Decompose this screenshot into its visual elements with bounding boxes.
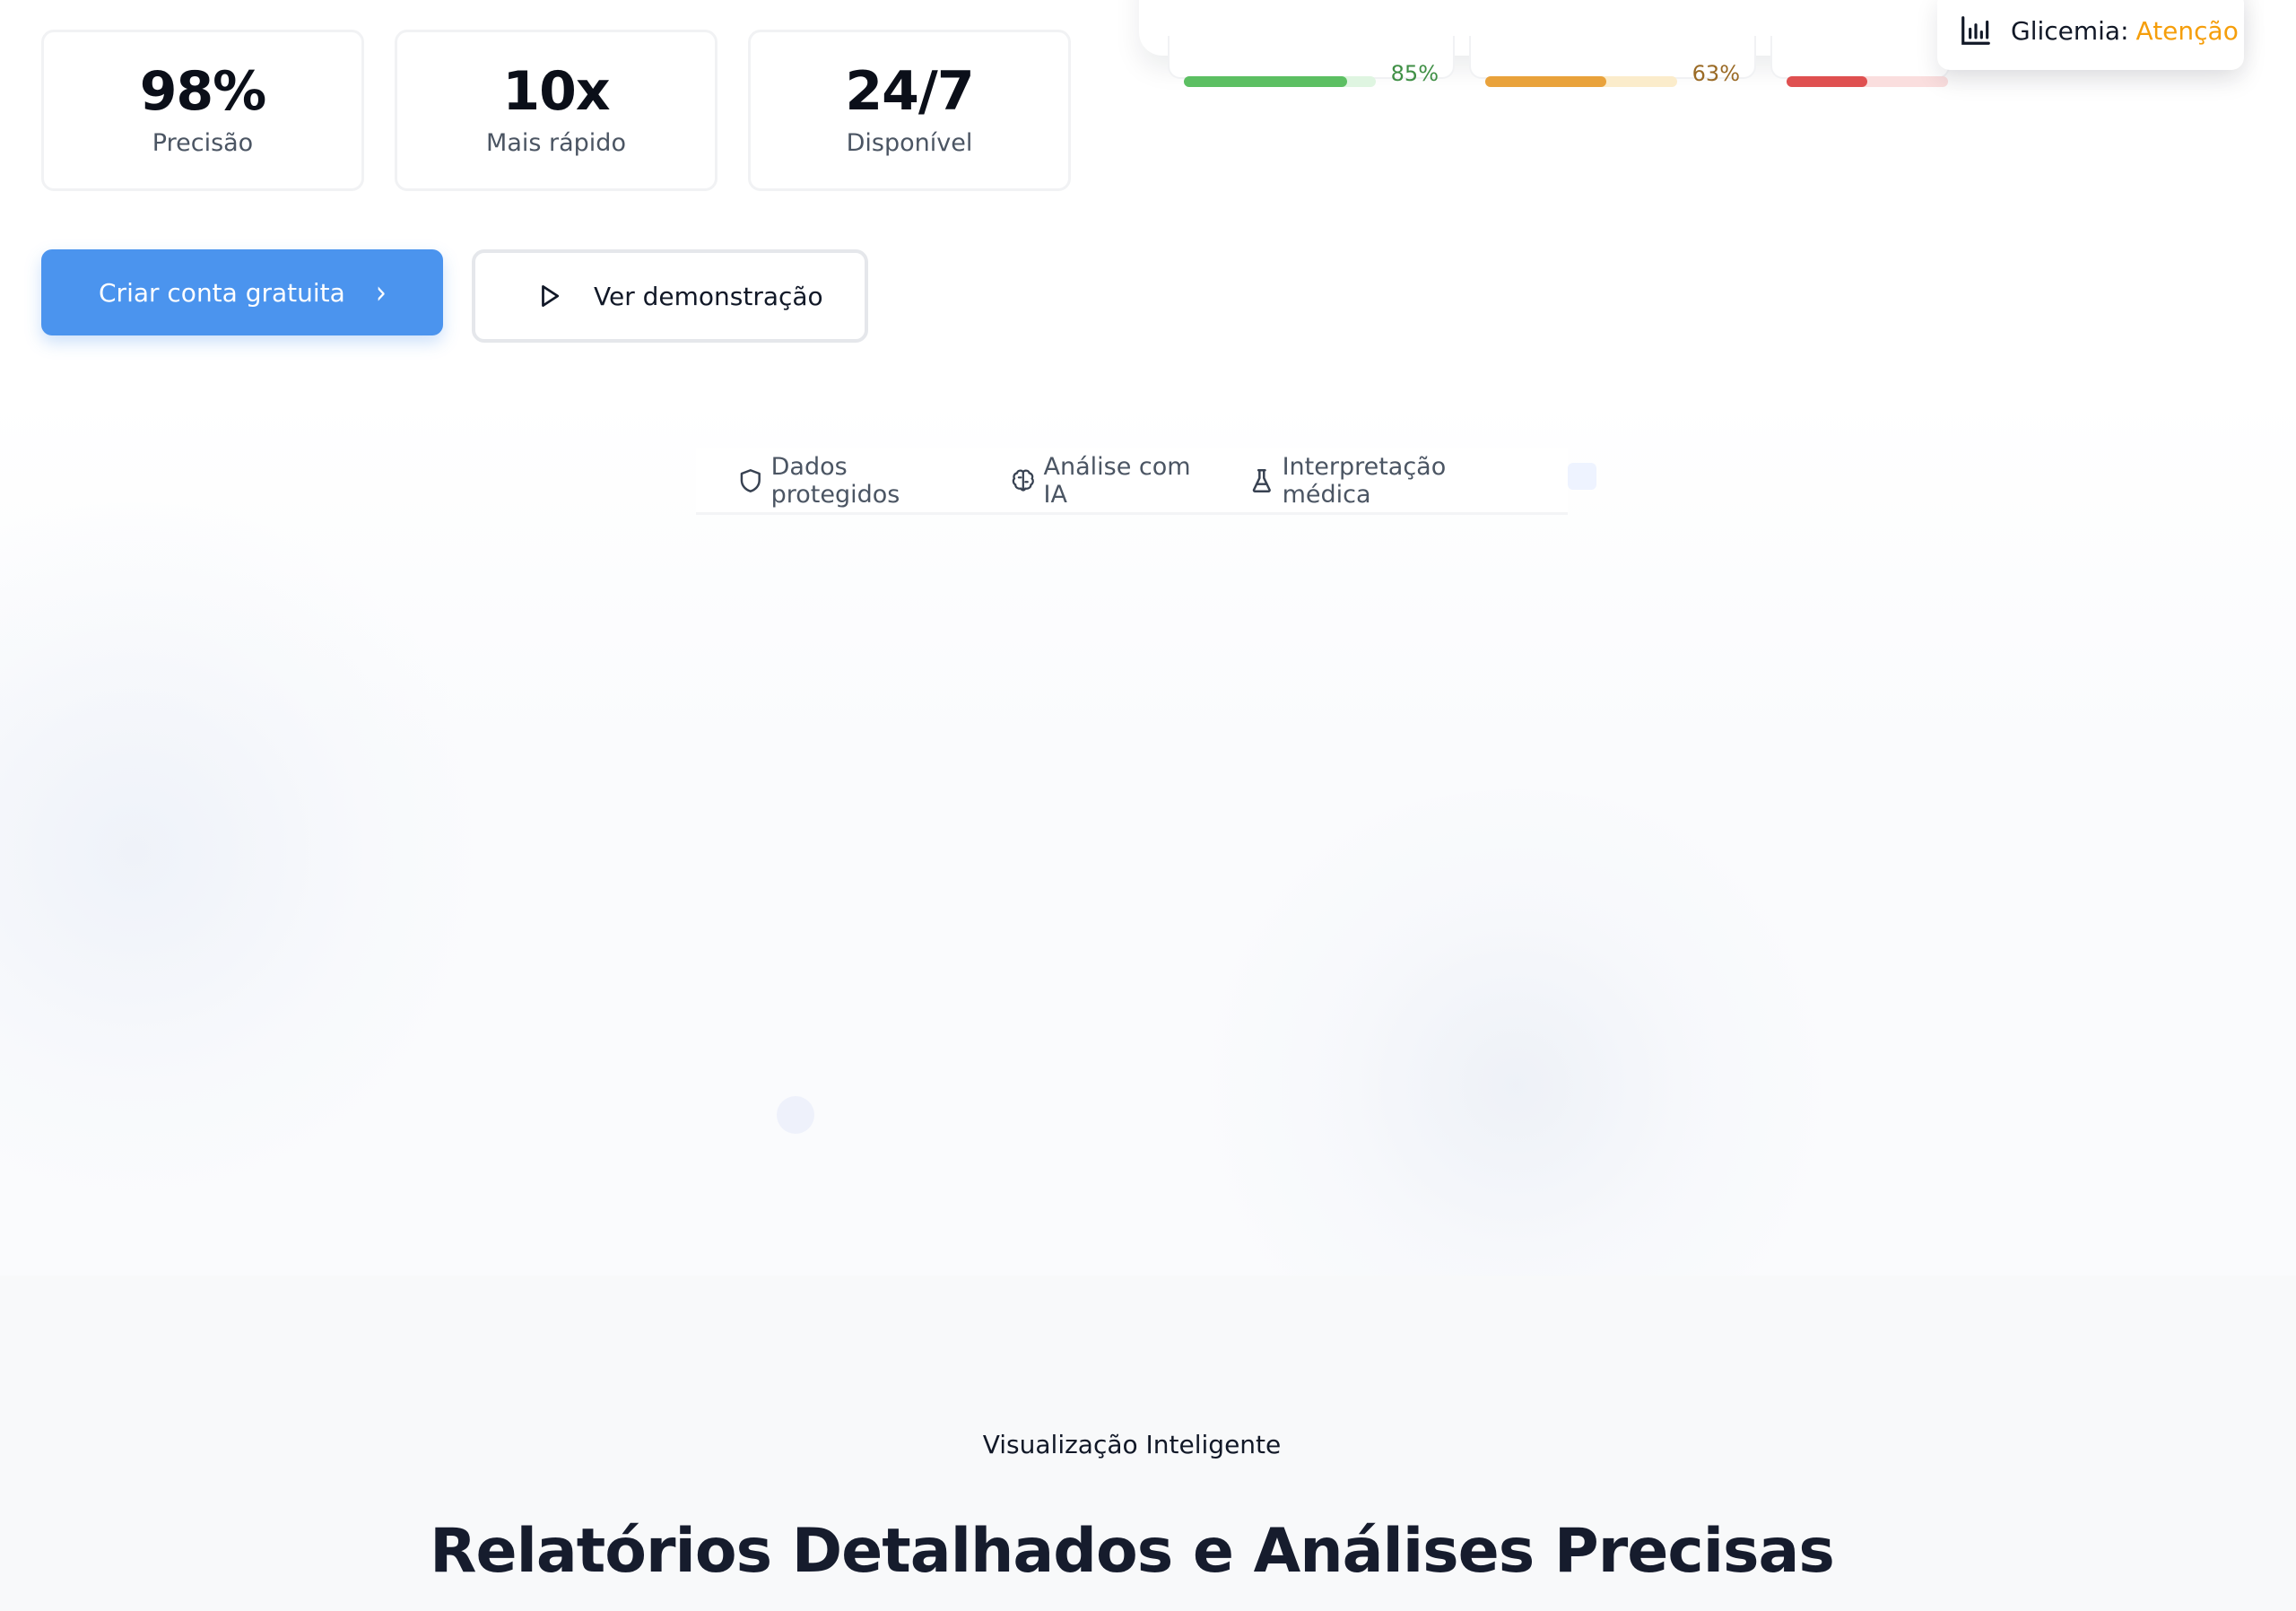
flask-icon [1252, 468, 1271, 492]
stat-label: Mais rápido [486, 129, 626, 157]
reports-section: Visualização Inteligente Relatórios Deta… [0, 1276, 2296, 1611]
glicemia-status-badge: Glicemia: Atenção [1937, 0, 2244, 70]
stat-label: Disponível [846, 129, 973, 157]
shield-icon [740, 468, 761, 492]
stat-value: 10x [502, 60, 610, 123]
meter-fill-2 [1485, 76, 1606, 87]
section-eyebrow: Visualização Inteligente [982, 1430, 1282, 1459]
trust-item-label: Análise com IA [1043, 452, 1191, 509]
meter-fill-1 [1184, 76, 1347, 87]
trust-item-medical-interpretation: Interpretação médica [1248, 453, 1539, 509]
stat-card-availability: 24/7 Disponível [748, 30, 1071, 191]
brain-icon [1012, 469, 1034, 492]
trust-item-label: Dados protegidos [770, 452, 900, 509]
stat-card-speed: 10x Mais rápido [395, 30, 718, 191]
stat-label: Precisão [152, 129, 254, 157]
stat-value: 24/7 [845, 60, 974, 123]
chevron-right-icon: › [375, 274, 387, 311]
meter-track-2 [1485, 76, 1677, 87]
meter-fill-3 [1787, 76, 1867, 87]
trust-bar-indicator [1568, 463, 1596, 490]
decorative-dot [777, 1096, 814, 1134]
view-demo-label: Ver demonstração [594, 281, 823, 311]
trust-item-label: Interpretação médica [1282, 452, 1447, 509]
create-free-account-button[interactable]: Criar conta gratuita › [41, 249, 443, 335]
play-icon [542, 285, 560, 307]
view-demo-button[interactable]: Ver demonstração [472, 249, 868, 343]
bar-chart-icon [1961, 16, 1990, 45]
section-heading: Relatórios Detalhados e Análises Precisa… [430, 1516, 1835, 1587]
badge-status: Atenção [2135, 15, 2239, 46]
trust-item-data-protected: Dados protegidos [737, 453, 981, 509]
meter-track-3 [1787, 76, 1948, 87]
meter-card-2: 63% [1469, 36, 1756, 87]
create-free-account-label: Criar conta gratuita [99, 277, 345, 308]
hero-section: 85% 63% Glicemia: Atenção 98% Precisão 1… [0, 0, 2296, 1276]
stat-value: 98% [139, 60, 267, 123]
meter-card-3 [1770, 36, 1950, 87]
meter-percent-2: 63% [1692, 61, 1740, 86]
trust-item-ai-analysis: Análise com IA [1010, 453, 1220, 509]
meter-track-1 [1184, 76, 1376, 87]
stat-card-precision: 98% Precisão [41, 30, 364, 191]
meter-percent-1: 85% [1390, 61, 1439, 86]
trust-bar: Dados protegidos Análise com IA Interpre… [696, 448, 1568, 515]
meter-card-1: 85% [1168, 36, 1455, 87]
badge-label: Glicemia: [2011, 15, 2129, 46]
